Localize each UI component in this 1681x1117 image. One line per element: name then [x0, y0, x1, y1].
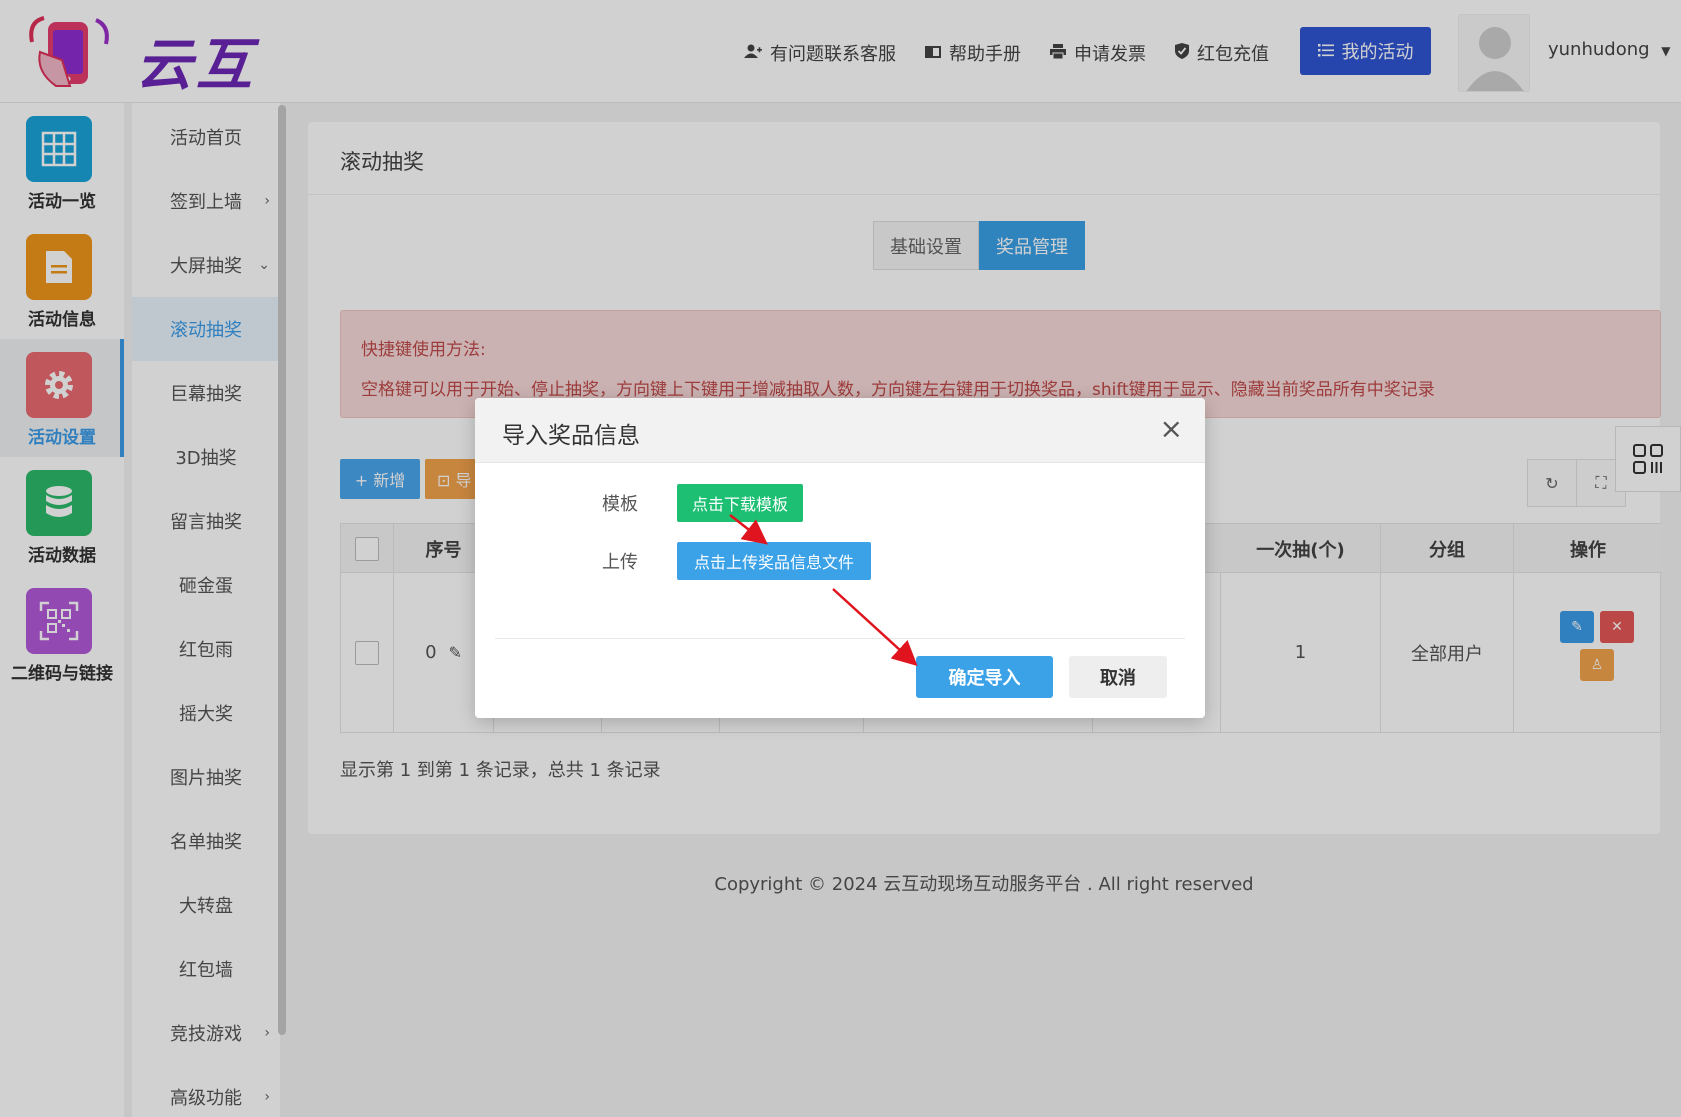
- upload-label: 上传: [602, 552, 638, 573]
- divider: [495, 638, 1185, 639]
- cancel-button[interactable]: 取消: [1069, 656, 1167, 698]
- modal-header: 导入奖品信息 ×: [475, 398, 1205, 463]
- confirm-import-button[interactable]: 确定导入: [916, 656, 1053, 698]
- modal-title: 导入奖品信息: [502, 423, 640, 449]
- template-label: 模板: [602, 494, 638, 515]
- download-template-button[interactable]: 点击下载模板: [677, 484, 803, 522]
- upload-file-button[interactable]: 点击上传奖品信息文件: [677, 542, 871, 580]
- close-icon[interactable]: ×: [1160, 412, 1183, 445]
- import-prize-modal: 导入奖品信息 × 模板 点击下载模板 上传 点击上传奖品信息文件 确定导入 取消: [475, 398, 1205, 718]
